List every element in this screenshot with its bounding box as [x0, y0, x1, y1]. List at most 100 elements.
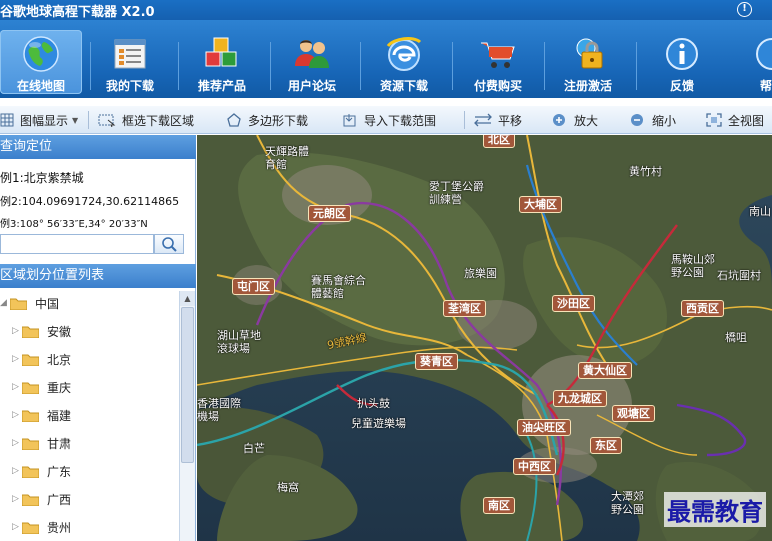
expand-arrow-icon[interactable]: ▷ — [12, 494, 22, 504]
full-view-button[interactable]: 全视图 — [706, 106, 764, 134]
expand-arrow-icon[interactable]: ▷ — [12, 354, 22, 364]
place-label: 馬鞍山郊野公園 — [671, 253, 715, 279]
place-label: 旅樂園 — [464, 267, 497, 280]
zoom-out-icon — [631, 114, 643, 126]
nav-label: 推荐产品 — [197, 79, 246, 93]
place-label: 兒童遊樂場 — [351, 417, 406, 430]
tree-item[interactable]: ▷ 安徽 — [12, 321, 71, 341]
district-label[interactable]: 中西区 — [513, 458, 556, 475]
district-label[interactable]: 油尖旺区 — [517, 419, 571, 436]
box-select-button[interactable]: 框选下载区域 — [98, 106, 194, 134]
zoom-in-button[interactable]: 放大 — [552, 106, 598, 134]
nav-online-map[interactable]: 在线地图 — [0, 30, 82, 94]
ie-browser-icon — [386, 37, 422, 71]
expand-arrow-icon[interactable]: ▷ — [12, 438, 22, 448]
import-range-button[interactable]: 导入下载范围 — [342, 106, 436, 134]
place-label: 湖山草地滾球場 — [217, 329, 261, 355]
district-label[interactable]: 荃湾区 — [443, 300, 486, 317]
tree-label: 福建 — [47, 408, 72, 423]
place-label: 天輝路體育館 — [265, 145, 309, 171]
tree-item[interactable]: ▷ 广西 — [12, 489, 71, 509]
tree-label: 甘肃 — [47, 436, 72, 451]
tree-item[interactable]: ▷ 重庆 — [12, 377, 71, 397]
full-view-label: 全视图 — [728, 113, 765, 128]
expand-arrow-icon[interactable]: ▷ — [12, 410, 22, 420]
folder-icon — [22, 382, 39, 394]
info-icon — [666, 38, 698, 70]
district-label[interactable]: 元朗区 — [308, 205, 351, 222]
zoom-in-icon — [553, 114, 565, 126]
download-list-icon — [114, 39, 146, 69]
nav-register[interactable]: 注册激活 — [546, 30, 630, 94]
nav-purchase[interactable]: 付费购买 — [456, 30, 540, 94]
collapse-arrow-icon[interactable]: ◢ — [0, 298, 10, 308]
district-label[interactable]: 东区 — [590, 437, 622, 454]
display-dropdown[interactable]: 图幅显示 ▼ — [0, 106, 78, 134]
tree-scrollbar[interactable]: ▲ — [179, 291, 195, 541]
search-input[interactable] — [0, 234, 154, 254]
globe-icon — [23, 36, 59, 72]
tree-item[interactable]: ▷ 福建 — [12, 405, 71, 425]
nav-help[interactable]: 帮 — [742, 30, 772, 94]
title-bar: 谷歌地球高程下载器 X2.0 ! — [0, 0, 772, 20]
polygon-label: 多边形下载 — [248, 113, 309, 128]
chevron-down-icon: ▼ — [72, 115, 79, 125]
tree-label: 广西 — [47, 492, 72, 507]
district-label[interactable]: 九龙城区 — [553, 390, 607, 407]
nav-label: 我的下载 — [105, 79, 154, 93]
place-label: 白芒 — [243, 442, 265, 455]
tree-label: 重庆 — [47, 380, 72, 395]
folder-icon — [22, 438, 39, 450]
nav-resources[interactable]: 资源下载 — [362, 30, 446, 94]
nav-my-downloads[interactable]: 我的下载 — [88, 30, 172, 94]
about-icon[interactable]: ! — [737, 2, 752, 17]
grid-icon — [0, 113, 14, 127]
expand-arrow-icon[interactable]: ▷ — [12, 326, 22, 336]
expand-arrow-icon[interactable]: ▷ — [12, 466, 22, 476]
district-label[interactable]: 北区 — [483, 135, 515, 148]
users-icon — [295, 40, 329, 68]
tree-item[interactable]: ▷ 北京 — [12, 349, 71, 369]
nav-recommended[interactable]: 推荐产品 — [180, 30, 264, 94]
expand-arrow-icon[interactable]: ▷ — [12, 382, 22, 392]
zoom-out-button[interactable]: 缩小 — [630, 106, 676, 134]
district-label[interactable]: 屯门区 — [232, 278, 275, 295]
polygon-button[interactable]: 多边形下载 — [226, 106, 308, 134]
folder-icon — [22, 354, 39, 366]
folder-icon — [22, 410, 39, 422]
expand-arrow-icon[interactable]: ▷ — [12, 522, 22, 532]
zoom-in-label: 放大 — [574, 113, 599, 128]
pan-button[interactable]: 平移 — [474, 106, 522, 134]
tree-item[interactable]: ▷ 广东 — [12, 461, 71, 481]
tree-item[interactable]: ▷ 甘肃 — [12, 433, 71, 453]
folder-icon — [22, 466, 39, 478]
district-label[interactable]: 南区 — [483, 497, 515, 514]
place-label: 愛丁堡公爵訓練營 — [429, 180, 484, 206]
district-label[interactable]: 沙田区 — [552, 295, 595, 312]
search-icon — [162, 237, 177, 252]
satellite-map[interactable]: 北区 大埔区 元朗区 屯门区 荃湾区 沙田区 西贡区 葵青区 黄大仙区 九龙城区… — [197, 135, 772, 541]
nav-label: 付费购买 — [473, 79, 522, 93]
place-label: 黄竹村 — [629, 165, 662, 178]
search-button[interactable] — [154, 234, 184, 254]
place-label: 大潭郊野公園 — [611, 490, 644, 516]
help-icon — [756, 38, 772, 70]
tree-label: 北京 — [47, 352, 72, 367]
watermark: 最需教育 — [664, 492, 766, 527]
tree-root[interactable]: ◢ 中国 — [0, 293, 59, 313]
district-label[interactable]: 黄大仙区 — [578, 362, 632, 379]
tree-item[interactable]: ▷ 贵州 — [12, 517, 71, 537]
pan-icon — [474, 113, 492, 127]
district-label[interactable]: 观塘区 — [612, 405, 655, 422]
district-label[interactable]: 葵青区 — [415, 353, 458, 370]
scroll-thumb[interactable] — [181, 307, 194, 463]
district-label[interactable]: 大埔区 — [519, 196, 562, 213]
nav-label: 反馈 — [669, 79, 694, 93]
district-label[interactable]: 西贡区 — [681, 300, 724, 317]
tree-label: 广东 — [47, 464, 72, 479]
nav-feedback[interactable]: 反馈 — [640, 30, 724, 94]
nav-forum[interactable]: 用户论坛 — [270, 30, 354, 94]
place-label: 石坑圍村 — [717, 269, 761, 282]
scroll-up-icon[interactable]: ▲ — [180, 291, 195, 306]
folder-icon — [22, 522, 39, 534]
